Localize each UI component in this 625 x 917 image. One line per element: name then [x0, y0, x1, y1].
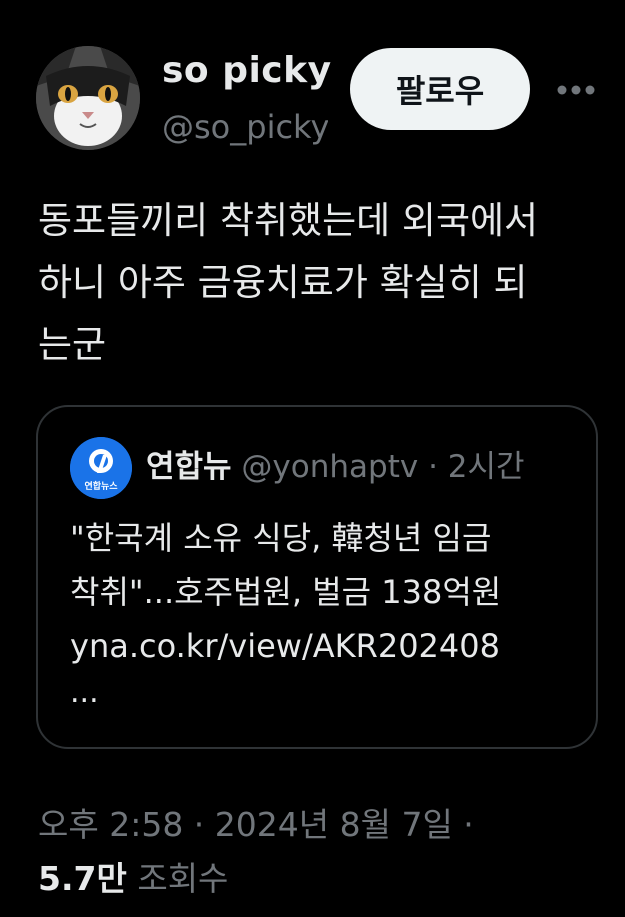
quote-text: "한국계 소유 식당, 韓청년 임금 착취"...호주법원, 벌금 138억원 … [70, 519, 502, 665]
quoted-tweet-card[interactable]: 연합뉴스 연합뉴 @yonhaptv · 2시간 "한국계 소유 식당, 韓청년… [36, 405, 598, 749]
cat-avatar-icon [36, 46, 140, 150]
yonhap-logo-text: 연합뉴스 [84, 480, 118, 492]
quote-author-name[interactable]: 연합뉴 [146, 449, 232, 485]
tweet-timestamp[interactable]: 오후 2:58 · 2024년 8월 7일 · [38, 798, 474, 846]
tweet-text: 동포들끼리 착취했는데 외국에서 하니 아주 금융치료가 확실히 되 는군 [38, 199, 539, 366]
author-handle[interactable]: @so_picky [162, 108, 328, 146]
quote-header: 연합뉴 @yonhaptv · 2시간 [146, 445, 586, 489]
quote-separator: · [428, 449, 438, 485]
views-label: 조회수 [137, 859, 229, 898]
follow-button[interactable]: 팔로우 [350, 48, 530, 130]
author-avatar[interactable] [36, 46, 140, 150]
more-horizontal-icon[interactable] [552, 70, 600, 110]
views-line[interactable]: 5.7만 조회수 [38, 852, 228, 900]
author-display-name[interactable]: so picky [162, 50, 332, 91]
quote-author-handle[interactable]: @yonhaptv [241, 449, 418, 485]
views-count: 5.7만 [38, 859, 127, 898]
quote-timestamp[interactable]: 2시간 [448, 449, 525, 485]
yonhap-logo-icon: 연합뉴스 [70, 437, 132, 499]
quote-ellipsis: ... [70, 675, 99, 710]
